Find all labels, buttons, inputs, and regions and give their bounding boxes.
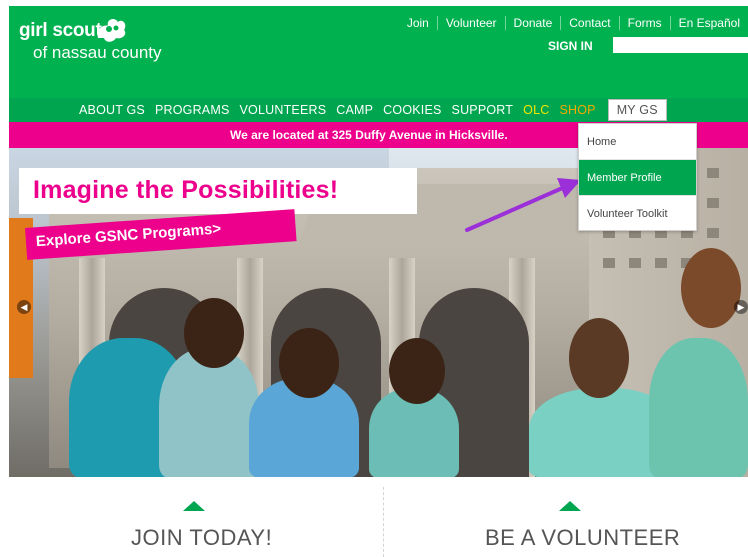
hero-girl-head — [569, 318, 629, 398]
join-today-link[interactable]: JOIN TODAY! — [131, 525, 272, 551]
hero-girl — [649, 338, 748, 477]
main-nav: ABOUT GS PROGRAMS VOLUNTEERS CAMP COOKIE… — [9, 98, 748, 122]
dropdown-item-home[interactable]: Home — [579, 124, 696, 160]
nav-volunteers[interactable]: VOLUNTEERS — [240, 103, 327, 117]
hero-girl-head — [681, 248, 741, 328]
carousel-next-button[interactable]: ▶ — [734, 300, 748, 314]
nav-cookies[interactable]: COOKIES — [383, 103, 441, 117]
girl-scouts-logo[interactable]: girl scouts of nassau county — [19, 19, 162, 63]
bottom-cta-section: JOIN TODAY! BE A VOLUNTEER — [9, 477, 748, 557]
logo-line2: of nassau county — [33, 43, 162, 62]
forms-link[interactable]: Forms — [618, 16, 670, 30]
section-divider — [383, 487, 384, 557]
contact-link[interactable]: Contact — [560, 16, 618, 30]
utility-links: Join Volunteer Donate Contact Forms En E… — [399, 16, 748, 30]
nav-about-gs[interactable]: ABOUT GS — [79, 103, 145, 117]
nav-support[interactable]: SUPPORT — [452, 103, 514, 117]
carousel-prev-button[interactable]: ◀ — [17, 300, 31, 314]
dropdown-item-member-profile[interactable]: Member Profile — [579, 160, 696, 196]
search-input[interactable] — [613, 37, 748, 53]
triangle-up-icon — [183, 501, 205, 511]
triangle-up-icon — [559, 501, 581, 511]
en-espanol-link[interactable]: En Español — [669, 16, 748, 30]
hero-girl-head — [184, 298, 244, 368]
donate-link[interactable]: Donate — [504, 16, 561, 30]
location-text: We are located at 325 Duffy Avenue in Hi… — [230, 128, 508, 142]
my-gs-dropdown: Home Member Profile Volunteer Toolkit — [578, 123, 697, 231]
nav-olc[interactable]: OLC — [523, 103, 549, 117]
logo-line1: girl scouts — [19, 20, 112, 41]
hero-headline: Imagine the Possibilities! — [19, 168, 417, 214]
nav-shop[interactable]: SHOP — [559, 103, 595, 117]
nav-programs[interactable]: PROGRAMS — [155, 103, 230, 117]
site-header: girl scouts of nassau county Join Volunt… — [9, 6, 748, 98]
nav-my-gs[interactable]: MY GS — [607, 99, 667, 121]
annotation-arrow-icon — [465, 178, 581, 232]
volunteer-link[interactable]: Volunteer — [436, 16, 505, 30]
trefoil-icon — [97, 19, 126, 42]
sign-in-link[interactable]: SIGN IN — [548, 39, 593, 53]
join-link[interactable]: Join — [399, 16, 437, 30]
browser-viewport: girl scouts of nassau county Join Volunt… — [9, 6, 748, 557]
hero-girl-head — [389, 338, 445, 404]
dropdown-item-volunteer-toolkit[interactable]: Volunteer Toolkit — [579, 196, 696, 232]
hero-girl-head — [279, 328, 339, 398]
nav-camp[interactable]: CAMP — [336, 103, 373, 117]
be-a-volunteer-link[interactable]: BE A VOLUNTEER — [485, 525, 680, 551]
